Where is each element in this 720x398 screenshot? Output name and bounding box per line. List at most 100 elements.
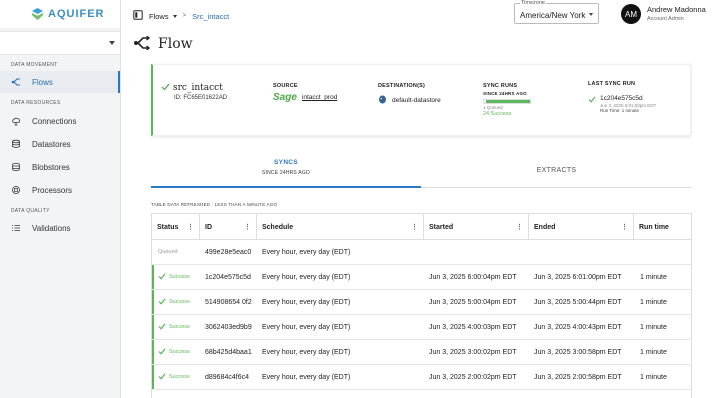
column-header-schedule[interactable]: Schedule ⋮: [257, 214, 424, 240]
destination-header: DESTINATION(S): [378, 83, 426, 89]
chevron-right-icon: >: [182, 13, 187, 19]
table-row[interactable]: Success d89684c4f6c4 Every hour, every day…: [152, 365, 691, 390]
started-cell: Jun 3, 2025 6:00:04pm EDT: [429, 273, 517, 281]
status-label: Queued: [158, 249, 178, 255]
sidebar-item-processors[interactable]: Processors: [0, 179, 120, 201]
chip-icon: [11, 185, 21, 195]
sidebar-item-datastores[interactable]: Datastores: [0, 133, 120, 155]
schedule-cell: Every hour, every day (EDT): [262, 298, 351, 306]
table-row[interactable]: Success 3062403ed9b9 Every hour, every day…: [152, 315, 691, 340]
id-cell[interactable]: 1c204e575c5d: [205, 265, 251, 289]
ended-cell: Jun 3, 2025 4:00:43pm EDT: [534, 323, 622, 331]
sidebar-item-blobstores[interactable]: Blobstores: [0, 156, 120, 178]
brand-logo[interactable]: AQUIFER: [0, 0, 120, 28]
id-cell[interactable]: 514908654 0f2: [205, 290, 252, 314]
column-menu-icon[interactable]: ⋮: [411, 223, 418, 231]
id-cell[interactable]: 3062403ed9b9: [205, 315, 252, 339]
page-title-text: Flow: [158, 36, 193, 52]
sync-runs-header: SYNC RUNS: [483, 83, 518, 89]
user-name: Andrew Madonna: [647, 5, 706, 14]
id-cell[interactable]: d89684c4f6c4: [205, 365, 249, 389]
sidebar-item-label: Blobstores: [32, 162, 70, 172]
tab-extracts[interactable]: EXTRACTS: [421, 157, 692, 188]
tab-syncs-sub: SINCE 24HRS AGO: [261, 170, 310, 176]
check-icon: [158, 297, 166, 307]
flow-name-text: src_intacct: [173, 83, 223, 93]
source-header: SOURCE: [273, 83, 298, 89]
column-menu-icon[interactable]: ⋮: [244, 223, 251, 231]
aquifer-logo-icon: [32, 8, 43, 20]
list-check-icon: [11, 223, 21, 233]
status-cell: Success: [158, 265, 190, 289]
sidebar-toggle-icon[interactable]: [133, 10, 143, 22]
id-cell[interactable]: 499e28e5eac0: [205, 240, 251, 264]
runtime-cell: 1 minute: [640, 348, 667, 356]
column-menu-icon[interactable]: ⋮: [621, 223, 628, 231]
user-role: Account Admin: [647, 16, 684, 22]
schedule-cell: Every hour, every day (EDT): [262, 373, 351, 381]
schedule-cell: Every hour, every day (EDT): [262, 248, 351, 256]
ended-cell: Jun 3, 2025 6:01:00pm EDT: [534, 273, 622, 281]
sidebar-item-flows[interactable]: Flows: [0, 71, 120, 93]
caret-down-icon[interactable]: [172, 14, 177, 18]
column-header-runtime[interactable]: Run time: [634, 214, 691, 240]
last-sync-id[interactable]: 1c204e575c5d: [600, 95, 656, 102]
timezone-value: America/New York: [520, 11, 586, 20]
chevron-down-icon: [109, 41, 115, 45]
breadcrumb-root[interactable]: Flows: [149, 12, 169, 21]
breadcrumb: Flows > Src_intacct: [133, 10, 229, 22]
sync-runs-queued: 1 Queued: [483, 105, 503, 110]
check-icon: [588, 96, 596, 105]
table-refreshed-note: TABLE DATA REFRESHED : LESS THAN A MINUT…: [151, 202, 278, 207]
sidebar-item-label: Connections: [32, 116, 77, 126]
started-cell: Jun 3, 2025 5:00:04pm EDT: [429, 298, 517, 306]
ended-cell: Jun 3, 2025 3:00:58pm EDT: [534, 348, 622, 356]
id-cell[interactable]: 68b425d4baa1: [205, 340, 252, 364]
status-cell: Success: [158, 340, 190, 364]
check-icon: [161, 83, 170, 93]
breadcrumb-current[interactable]: Src_intacct: [192, 12, 229, 21]
column-header-id[interactable]: ID ⋮: [200, 214, 257, 240]
last-sync-runtime: Run Time: 1 minute: [600, 108, 640, 113]
timezone-label: Timezone: [520, 0, 546, 6]
tab-extracts-label: EXTRACTS: [536, 167, 577, 174]
section-label-data-resources: DATA RESOURCES: [11, 100, 61, 106]
tab-syncs[interactable]: SYNCS SINCE 24HRS AGO: [151, 157, 421, 188]
destination-name[interactable]: default-datastore: [392, 97, 441, 104]
column-header-started[interactable]: Started ⋮: [424, 214, 529, 240]
table-row[interactable]: Success 68b425d4baa1 Every hour, every day…: [152, 340, 691, 365]
status-label: Success: [169, 274, 190, 280]
table-row[interactable]: Success 1c204e575c5d Every hour, every day…: [152, 265, 691, 290]
sage-logo: Sage: [273, 92, 297, 103]
runtime-cell: 1 minute: [640, 298, 667, 306]
status-label: Success: [169, 299, 190, 305]
avatar[interactable]: AM: [621, 4, 641, 24]
table-row[interactable]: Queued 499e28e5eac0 Every hour, every day …: [152, 240, 691, 265]
sidebar-item-validations[interactable]: Validations: [0, 217, 120, 239]
status-label: Success: [169, 374, 190, 380]
org-select[interactable]: [0, 31, 120, 55]
sync-runs-success: 24 Success: [483, 111, 512, 117]
started-cell: Jun 3, 2025 3:00:02pm EDT: [429, 348, 517, 356]
destination-section: DESTINATION(S) default-datastore: [378, 83, 441, 106]
check-icon: [158, 322, 166, 332]
column-header-ended[interactable]: Ended ⋮: [529, 214, 634, 240]
runtime-cell: 1 minute: [640, 323, 667, 331]
table-body: Queued 499e28e5eac0 Every hour, every day …: [152, 240, 691, 390]
top-bar: Flows > Src_intacct Timezone America/New…: [121, 0, 720, 30]
status-cell: Success: [158, 290, 190, 314]
source-link[interactable]: intacct_prod: [302, 94, 337, 101]
started-cell: Jun 3, 2025 4:00:03pm EDT: [429, 323, 517, 331]
schedule-cell: Every hour, every day (EDT): [262, 323, 351, 331]
table-row[interactable]: Success 514908654 0f2 Every hour, every da…: [152, 290, 691, 315]
status-cell: Success: [158, 365, 190, 389]
sidebar-item-connections[interactable]: Connections: [0, 110, 120, 132]
source-section: SOURCE Sage intacct_prod: [273, 83, 337, 103]
sync-runs-sub: SINCE 24HRS AGO: [483, 91, 527, 96]
column-menu-icon[interactable]: ⋮: [516, 223, 523, 231]
column-header-status[interactable]: Status ⋮: [152, 214, 200, 240]
timezone-select[interactable]: Timezone America/New York: [514, 0, 599, 24]
check-icon: [158, 347, 166, 357]
column-menu-icon[interactable]: ⋮: [187, 223, 194, 231]
postgres-icon: [378, 95, 387, 106]
